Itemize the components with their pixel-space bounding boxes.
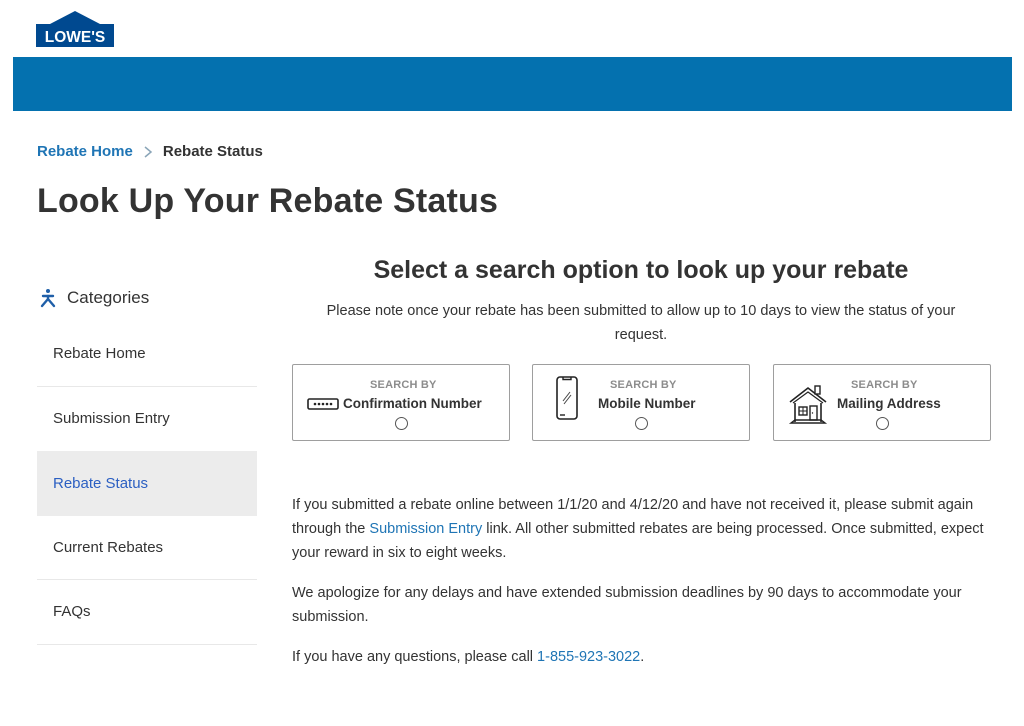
info-paragraph-1: If you submitted a rebate online between… <box>292 493 992 565</box>
sidebar-item-current-rebates[interactable]: Current Rebates <box>37 516 257 580</box>
header-banner <box>13 57 1012 111</box>
search-option-confirmation-number[interactable]: SEARCH BY Confirmation Number <box>292 364 510 441</box>
search-option-mailing-address[interactable]: SEARCH BY Mailing Address <box>773 364 991 441</box>
option-label: Mailing Address <box>837 396 941 411</box>
option-small-label: SEARCH BY <box>851 379 918 391</box>
option-label: Mobile Number <box>598 396 696 411</box>
mobile-phone-icon <box>555 375 579 426</box>
search-section: Select a search option to look up your r… <box>292 256 990 347</box>
info-paragraph-2: We apologize for any delays and have ext… <box>292 585 962 625</box>
sidebar-item-faqs[interactable]: FAQs <box>37 580 257 645</box>
breadcrumb-current: Rebate Status <box>162 143 263 160</box>
info-text: If you submitted a rebate online between… <box>292 493 992 685</box>
phone-link[interactable]: 1-855-923-3022 <box>537 649 640 665</box>
sidebar-item-submission-entry[interactable]: Submission Entry <box>37 387 257 452</box>
categories-header[interactable]: Categories <box>37 282 257 314</box>
search-options: SEARCH BY Confirmation Number SEARCH BY … <box>292 364 991 442</box>
chevron-right-icon <box>143 145 153 159</box>
submission-entry-link[interactable]: Submission Entry <box>369 521 482 537</box>
lowes-logo[interactable]: LOWE'S <box>36 10 114 48</box>
option-small-label: SEARCH BY <box>610 379 677 391</box>
option-label: Confirmation Number <box>343 396 482 411</box>
paragraph-text: . <box>640 649 645 665</box>
sidebar: Categories Rebate Home Submission Entry … <box>37 282 257 645</box>
sidebar-item-rebate-home[interactable]: Rebate Home <box>37 322 257 387</box>
paragraph-text: If you have any questions, please call <box>292 649 538 665</box>
radio-mailing-address[interactable] <box>876 417 889 430</box>
status-note: Please note once your rebate has been su… <box>326 303 956 343</box>
password-dots-icon <box>307 397 339 415</box>
search-option-mobile-number[interactable]: SEARCH BY Mobile Number <box>532 364 750 441</box>
categories-label: Categories <box>67 288 150 307</box>
section-title: Select a search option to look up your r… <box>373 256 909 284</box>
radio-mobile-number[interactable] <box>635 417 648 430</box>
categories-icon <box>40 289 56 308</box>
breadcrumb-rebate-home-link[interactable]: Rebate Home <box>37 143 133 160</box>
info-paragraph-3: If you have any questions, please call 1… <box>292 645 992 669</box>
breadcrumb: Rebate Home Rebate Status <box>37 143 263 160</box>
option-small-label: SEARCH BY <box>370 379 437 391</box>
page-title: Look Up Your Rebate Status <box>37 182 499 220</box>
radio-confirmation-number[interactable] <box>395 417 408 430</box>
house-icon <box>788 384 828 431</box>
lowes-logo-icon: LOWE'S <box>36 11 114 47</box>
sidebar-item-rebate-status[interactable]: Rebate Status <box>37 451 257 516</box>
logo-text: LOWE'S <box>45 29 106 46</box>
